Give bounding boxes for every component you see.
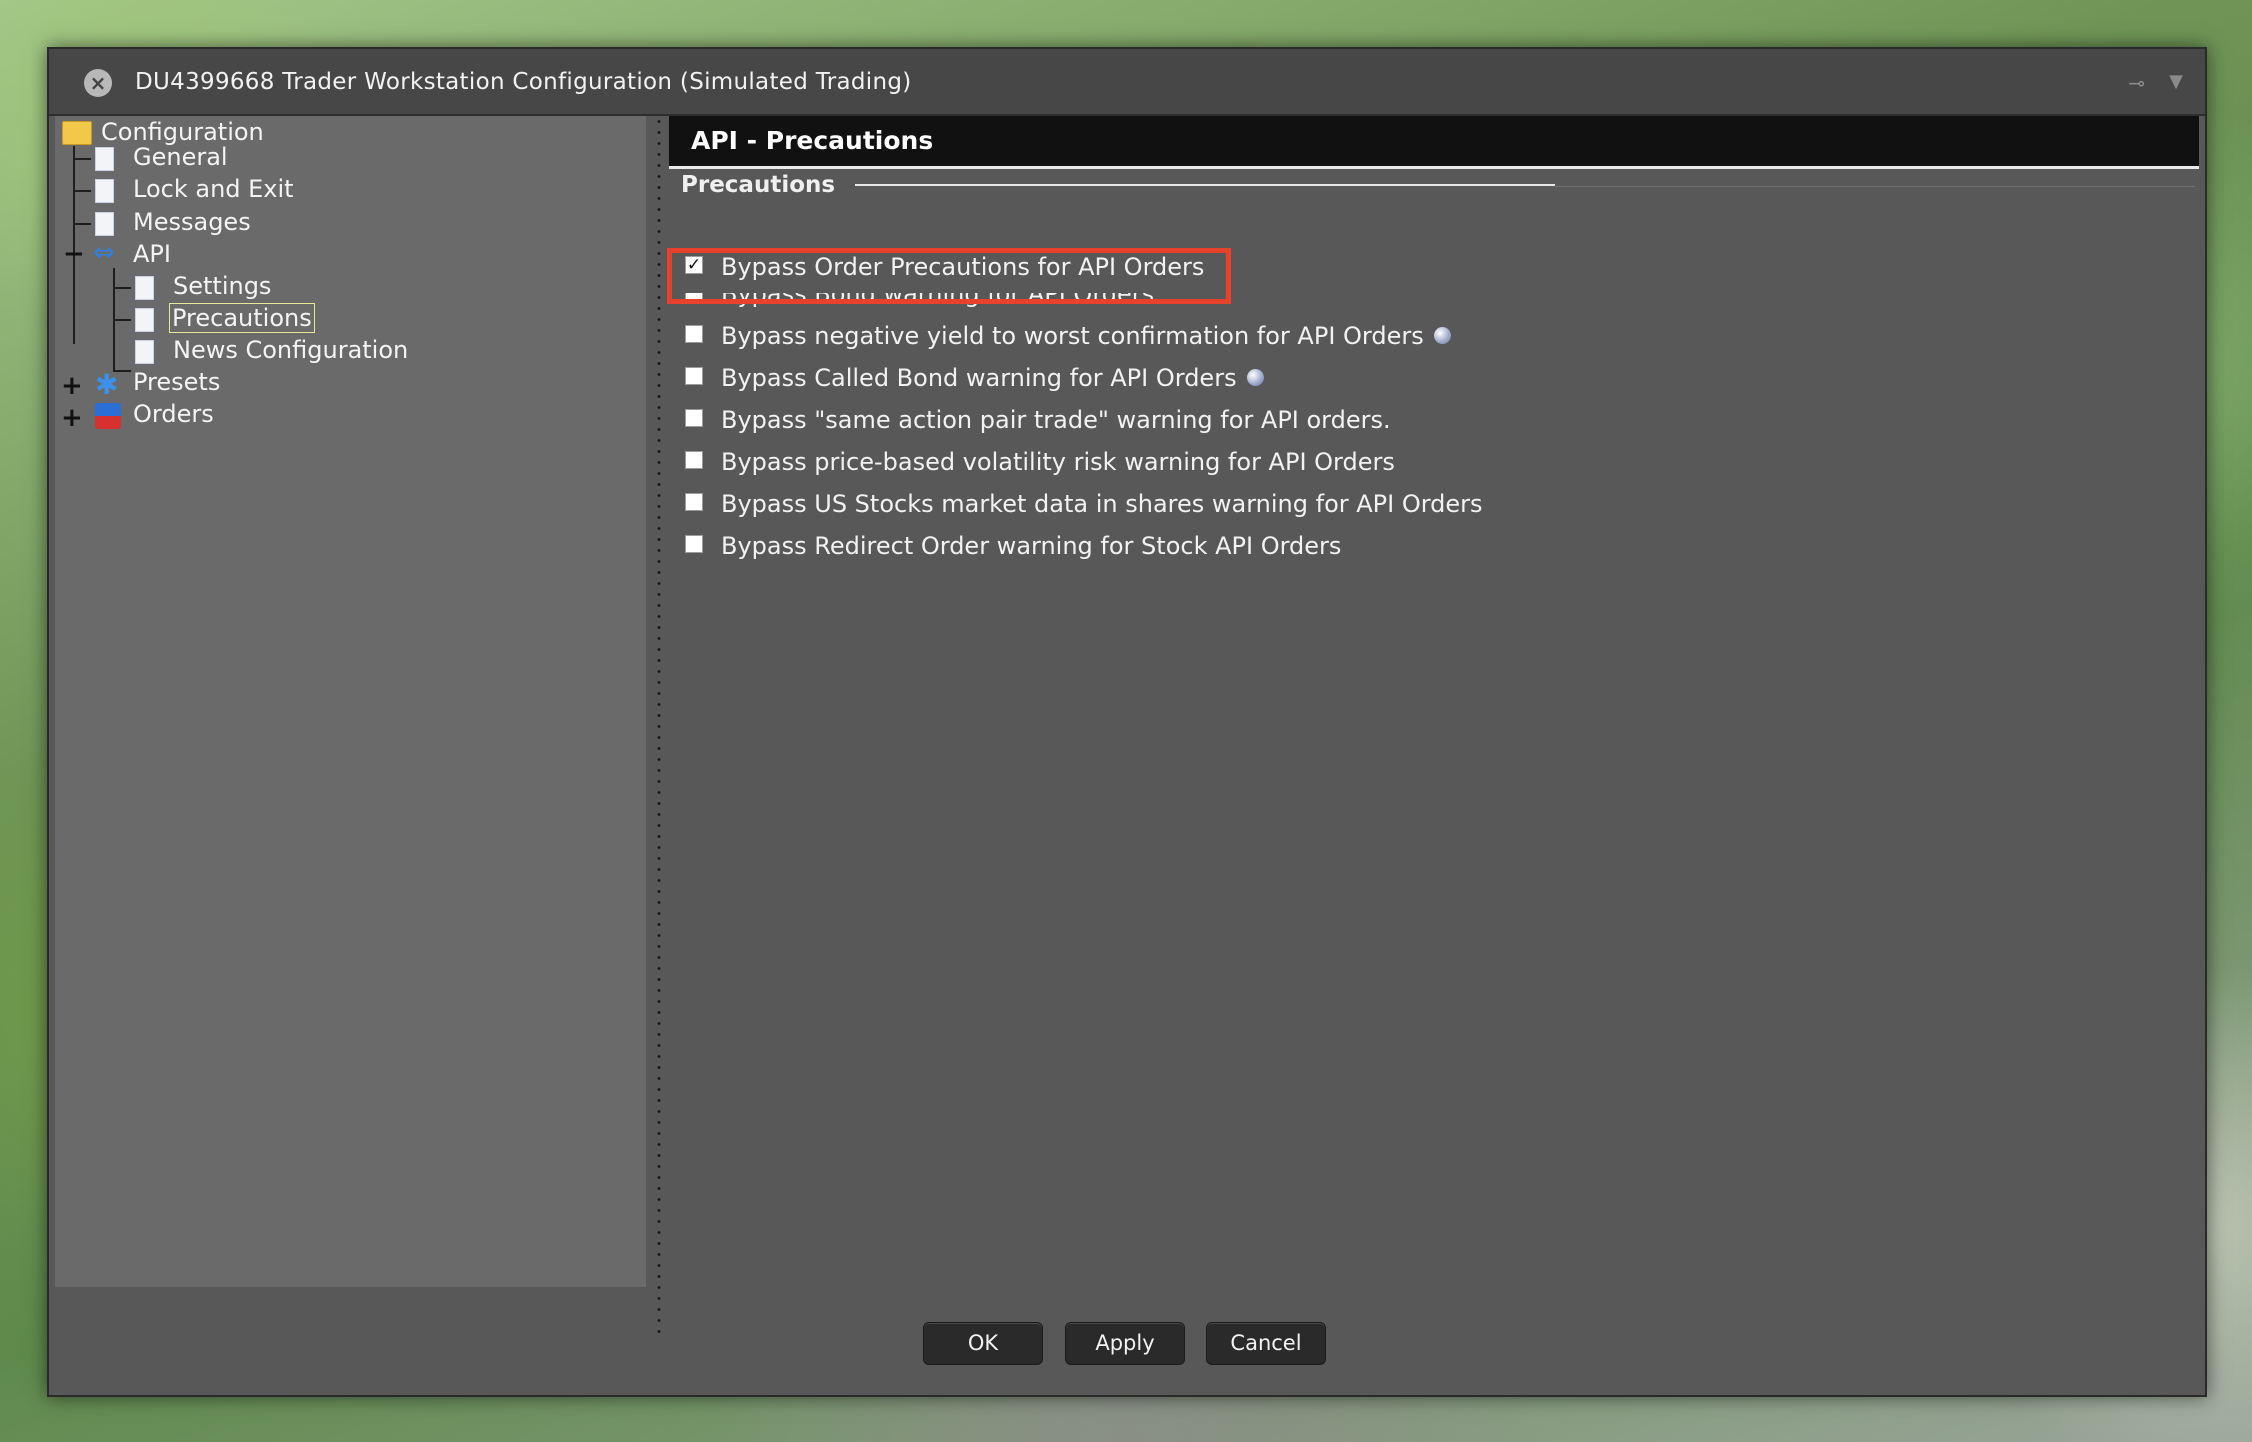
window-title: DU4399668 Trader Workstation Configurati…	[135, 69, 912, 95]
configuration-tree: Configuration General Lock and Exit Mess…	[55, 116, 646, 1287]
menu-icon[interactable]: ▼	[2169, 71, 2183, 92]
tree-item-settings[interactable]: Settings	[173, 272, 271, 300]
tree-item-presets[interactable]: Presets	[133, 368, 220, 396]
panel-title: API - Precautions	[669, 116, 2199, 166]
tree-connector	[73, 190, 91, 192]
tree-item-messages[interactable]: Messages	[133, 208, 251, 236]
page-icon	[95, 212, 114, 236]
tree-item-api[interactable]: API	[133, 240, 171, 268]
tree-item-general[interactable]: General	[133, 143, 228, 171]
presets-icon: ✱	[95, 368, 119, 401]
option-label: Bypass US Stocks market data in shares w…	[721, 490, 1483, 518]
tree-connector	[73, 223, 91, 225]
tree-item-configuration[interactable]: Configuration	[101, 118, 264, 146]
option-label: Bypass Redirect Order warning for Stock …	[721, 532, 1342, 560]
checkbox[interactable]	[685, 451, 703, 469]
api-icon: ⇔	[93, 238, 115, 268]
page-icon	[135, 276, 154, 300]
divider	[1555, 186, 2195, 187]
tree-connector	[113, 319, 131, 321]
tree-item-orders[interactable]: Orders	[133, 400, 214, 428]
checkbox[interactable]	[685, 535, 703, 553]
title-bar: × DU4399668 Trader Workstation Configura…	[49, 49, 2205, 116]
option-bypass-redirect-order[interactable]: Bypass Redirect Order warning for Stock …	[685, 532, 1341, 560]
divider	[855, 184, 1555, 186]
checkbox[interactable]	[685, 325, 703, 343]
close-icon[interactable]: ×	[84, 69, 112, 97]
option-bypass-volatility-risk[interactable]: Bypass price-based volatility risk warni…	[685, 448, 1395, 476]
page-icon	[135, 340, 154, 364]
highlight-annotation	[667, 248, 1231, 304]
ok-button[interactable]: OK	[923, 1322, 1043, 1365]
page-icon	[95, 179, 114, 203]
section-title: Precautions	[681, 172, 836, 198]
panel-splitter[interactable]	[657, 116, 661, 1336]
pin-icon[interactable]: ⊸	[2128, 71, 2145, 95]
checkbox[interactable]	[685, 367, 703, 385]
option-label: Bypass negative yield to worst confirmat…	[721, 322, 1424, 350]
cancel-button[interactable]: Cancel	[1206, 1322, 1326, 1365]
tree-item-news-configuration[interactable]: News Configuration	[173, 336, 408, 364]
option-bypass-same-action-pair[interactable]: Bypass "same action pair trade" warning …	[685, 406, 1391, 434]
configuration-window: × DU4399668 Trader Workstation Configura…	[47, 47, 2207, 1397]
precautions-panel: API - Precautions Precautions ✓ Bypass Or…	[667, 116, 2199, 1296]
option-label: Bypass price-based volatility risk warni…	[721, 448, 1395, 476]
divider	[669, 166, 2199, 169]
page-icon	[135, 308, 154, 332]
info-icon[interactable]	[1433, 326, 1451, 344]
tree-item-precautions[interactable]: Precautions	[169, 303, 315, 333]
page-icon	[95, 147, 114, 171]
collapse-icon[interactable]: −	[63, 241, 85, 267]
folder-icon	[62, 121, 92, 145]
expand-icon[interactable]: +	[61, 405, 83, 431]
tree-connector	[113, 287, 131, 289]
option-bypass-us-stocks-market-data[interactable]: Bypass US Stocks market data in shares w…	[685, 490, 1483, 518]
tree-connector	[73, 158, 91, 160]
orders-icon	[95, 403, 121, 429]
option-label: Bypass "same action pair trade" warning …	[721, 406, 1391, 434]
option-label: Bypass Called Bond warning for API Order…	[721, 364, 1237, 392]
apply-button[interactable]: Apply	[1065, 1322, 1185, 1365]
option-bypass-called-bond[interactable]: Bypass Called Bond warning for API Order…	[685, 364, 1264, 392]
info-icon[interactable]	[1246, 368, 1264, 386]
checkbox[interactable]	[685, 493, 703, 511]
option-bypass-negative-yield[interactable]: Bypass negative yield to worst confirmat…	[685, 322, 1451, 350]
expand-icon[interactable]: +	[61, 373, 83, 399]
checkbox[interactable]	[685, 409, 703, 427]
tree-item-lock-and-exit[interactable]: Lock and Exit	[133, 175, 294, 203]
